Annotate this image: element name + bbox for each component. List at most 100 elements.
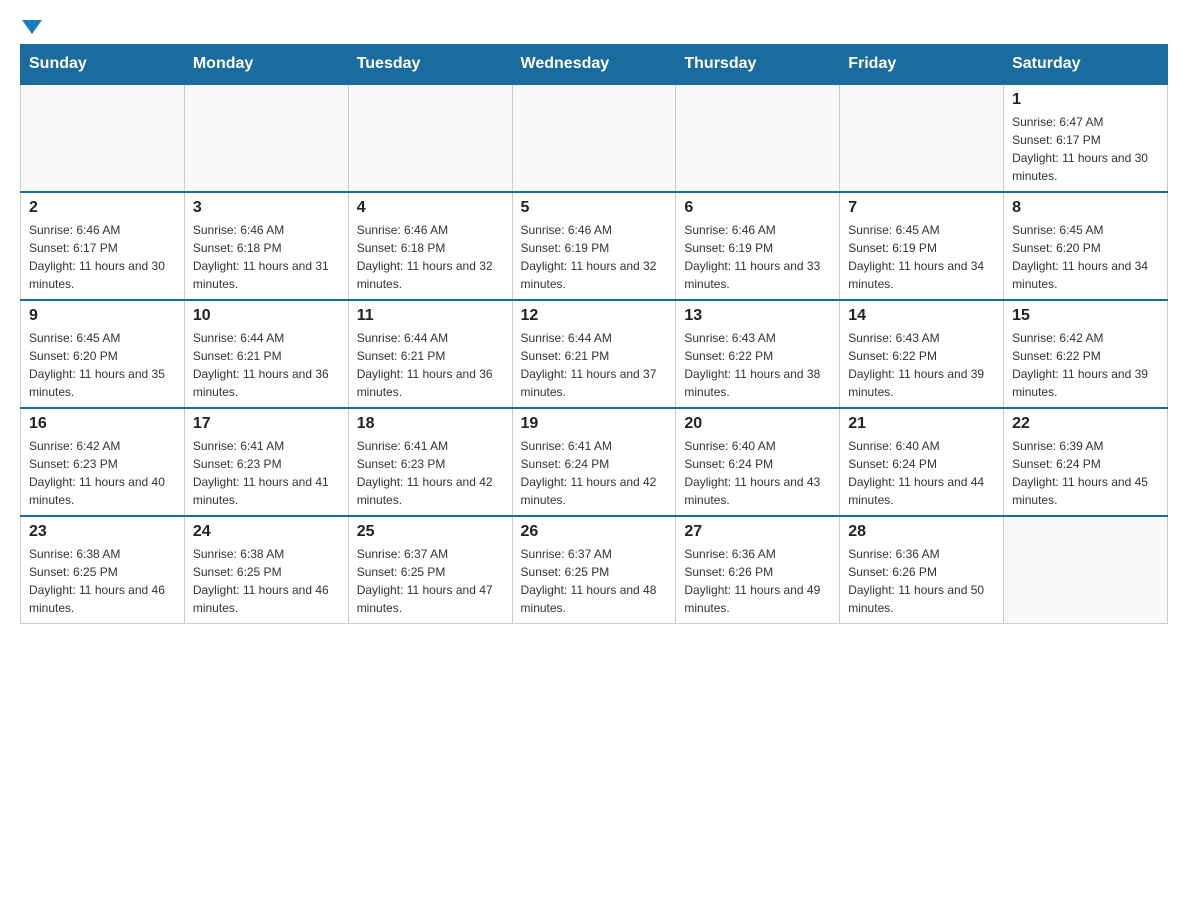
day-info: Sunrise: 6:45 AMSunset: 6:20 PMDaylight:…	[29, 329, 176, 401]
day-number: 4	[357, 199, 504, 217]
calendar-cell: 4 Sunrise: 6:46 AMSunset: 6:18 PMDaylight…	[348, 192, 512, 300]
day-number: 26	[521, 523, 668, 541]
day-info: Sunrise: 6:40 AMSunset: 6:24 PMDaylight:…	[848, 437, 995, 509]
calendar-cell	[840, 84, 1004, 192]
calendar-cell: 17Sunrise: 6:41 AMSunset: 6:23 PMDayligh…	[184, 408, 348, 516]
header-day-saturday: Saturday	[1004, 45, 1168, 85]
page-header	[20, 20, 1168, 34]
calendar-cell: 24Sunrise: 6:38 AMSunset: 6:25 PMDayligh…	[184, 516, 348, 624]
calendar-cell	[676, 84, 840, 192]
day-info: Sunrise: 6:43 AMSunset: 6:22 PMDaylight:…	[848, 329, 995, 401]
calendar-cell: 18 Sunrise: 6:41 AMSunset: 6:23 PMDayligh…	[348, 408, 512, 516]
calendar-cell: 26 Sunrise: 6:37 AMSunset: 6:25 PMDayligh…	[512, 516, 676, 624]
calendar-cell: 13 Sunrise: 6:43 AMSunset: 6:22 PMDayligh…	[676, 300, 840, 408]
day-info: Sunrise: 6:41 AMSunset: 6:23 PMDaylight:…	[357, 437, 504, 509]
day-info: Sunrise: 6:39 AMSunset: 6:24 PMDaylight:…	[1012, 437, 1159, 509]
calendar-cell: 9 Sunrise: 6:45 AMSunset: 6:20 PMDaylight…	[21, 300, 185, 408]
calendar-cell: 14 Sunrise: 6:43 AMSunset: 6:22 PMDayligh…	[840, 300, 1004, 408]
day-number: 12	[521, 307, 668, 325]
calendar-cell: 16 Sunrise: 6:42 AMSunset: 6:23 PMDayligh…	[21, 408, 185, 516]
day-number: 13	[684, 307, 831, 325]
calendar-cell	[184, 84, 348, 192]
day-info: Sunrise: 6:46 AMSunset: 6:18 PMDaylight:…	[193, 221, 340, 293]
day-number: 8	[1012, 199, 1159, 217]
calendar-cell: 2 Sunrise: 6:46 AMSunset: 6:17 PMDaylight…	[21, 192, 185, 300]
day-info: Sunrise: 6:46 AMSunset: 6:18 PMDaylight:…	[357, 221, 504, 293]
calendar-cell: 22 Sunrise: 6:39 AMSunset: 6:24 PMDayligh…	[1004, 408, 1168, 516]
day-number: 23	[29, 523, 176, 541]
header-day-tuesday: Tuesday	[348, 45, 512, 85]
calendar-cell: 25 Sunrise: 6:37 AMSunset: 6:25 PMDayligh…	[348, 516, 512, 624]
calendar-cell: 20 Sunrise: 6:40 AMSunset: 6:24 PMDayligh…	[676, 408, 840, 516]
day-info: Sunrise: 6:46 AMSunset: 6:19 PMDaylight:…	[521, 221, 668, 293]
calendar-cell: 27 Sunrise: 6:36 AMSunset: 6:26 PMDayligh…	[676, 516, 840, 624]
calendar-cell: 10Sunrise: 6:44 AMSunset: 6:21 PMDayligh…	[184, 300, 348, 408]
day-info: Sunrise: 6:37 AMSunset: 6:25 PMDaylight:…	[521, 545, 668, 617]
day-number: 15	[1012, 307, 1159, 325]
day-info: Sunrise: 6:42 AMSunset: 6:22 PMDaylight:…	[1012, 329, 1159, 401]
day-info: Sunrise: 6:37 AMSunset: 6:25 PMDaylight:…	[357, 545, 504, 617]
day-info: Sunrise: 6:40 AMSunset: 6:24 PMDaylight:…	[684, 437, 831, 509]
day-number: 16	[29, 415, 176, 433]
day-info: Sunrise: 6:46 AMSunset: 6:17 PMDaylight:…	[29, 221, 176, 293]
calendar-cell: 12Sunrise: 6:44 AMSunset: 6:21 PMDayligh…	[512, 300, 676, 408]
calendar-cell: 15 Sunrise: 6:42 AMSunset: 6:22 PMDayligh…	[1004, 300, 1168, 408]
calendar-week-1: 1 Sunrise: 6:47 AMSunset: 6:17 PMDaylight…	[21, 84, 1168, 192]
day-info: Sunrise: 6:45 AMSunset: 6:19 PMDaylight:…	[848, 221, 995, 293]
calendar-cell: 19 Sunrise: 6:41 AMSunset: 6:24 PMDayligh…	[512, 408, 676, 516]
header-day-wednesday: Wednesday	[512, 45, 676, 85]
day-number: 9	[29, 307, 176, 325]
header-day-sunday: Sunday	[21, 45, 185, 85]
day-info: Sunrise: 6:36 AMSunset: 6:26 PMDaylight:…	[848, 545, 995, 617]
calendar-header: SundayMondayTuesdayWednesdayThursdayFrid…	[21, 45, 1168, 85]
calendar-cell: 3 Sunrise: 6:46 AMSunset: 6:18 PMDaylight…	[184, 192, 348, 300]
day-number: 5	[521, 199, 668, 217]
calendar-table: SundayMondayTuesdayWednesdayThursdayFrid…	[20, 44, 1168, 624]
day-info: Sunrise: 6:42 AMSunset: 6:23 PMDaylight:…	[29, 437, 176, 509]
day-number: 6	[684, 199, 831, 217]
day-info: Sunrise: 6:38 AMSunset: 6:25 PMDaylight:…	[193, 545, 340, 617]
calendar-cell: 7 Sunrise: 6:45 AMSunset: 6:19 PMDaylight…	[840, 192, 1004, 300]
day-number: 2	[29, 199, 176, 217]
day-number: 22	[1012, 415, 1159, 433]
day-number: 14	[848, 307, 995, 325]
day-number: 20	[684, 415, 831, 433]
day-number: 7	[848, 199, 995, 217]
day-number: 18	[357, 415, 504, 433]
day-info: Sunrise: 6:44 AMSunset: 6:21 PMDaylight:…	[193, 329, 340, 401]
calendar-week-2: 2 Sunrise: 6:46 AMSunset: 6:17 PMDaylight…	[21, 192, 1168, 300]
day-info: Sunrise: 6:41 AMSunset: 6:24 PMDaylight:…	[521, 437, 668, 509]
calendar-cell: 5 Sunrise: 6:46 AMSunset: 6:19 PMDaylight…	[512, 192, 676, 300]
calendar-week-5: 23 Sunrise: 6:38 AMSunset: 6:25 PMDayligh…	[21, 516, 1168, 624]
calendar-cell: 21 Sunrise: 6:40 AMSunset: 6:24 PMDayligh…	[840, 408, 1004, 516]
calendar-cell	[1004, 516, 1168, 624]
day-info: Sunrise: 6:43 AMSunset: 6:22 PMDaylight:…	[684, 329, 831, 401]
day-number: 11	[357, 307, 504, 325]
calendar-cell	[21, 84, 185, 192]
calendar-body: 1 Sunrise: 6:47 AMSunset: 6:17 PMDaylight…	[21, 84, 1168, 624]
calendar-week-4: 16 Sunrise: 6:42 AMSunset: 6:23 PMDayligh…	[21, 408, 1168, 516]
header-day-friday: Friday	[840, 45, 1004, 85]
day-info: Sunrise: 6:47 AMSunset: 6:17 PMDaylight:…	[1012, 113, 1159, 185]
day-number: 21	[848, 415, 995, 433]
day-number: 17	[193, 415, 340, 433]
day-number: 25	[357, 523, 504, 541]
day-info: Sunrise: 6:44 AMSunset: 6:21 PMDaylight:…	[357, 329, 504, 401]
day-number: 1	[1012, 91, 1159, 109]
calendar-cell: 23 Sunrise: 6:38 AMSunset: 6:25 PMDayligh…	[21, 516, 185, 624]
day-number: 27	[684, 523, 831, 541]
header-row: SundayMondayTuesdayWednesdayThursdayFrid…	[21, 45, 1168, 85]
header-day-thursday: Thursday	[676, 45, 840, 85]
day-info: Sunrise: 6:38 AMSunset: 6:25 PMDaylight:…	[29, 545, 176, 617]
day-number: 3	[193, 199, 340, 217]
calendar-cell: 28 Sunrise: 6:36 AMSunset: 6:26 PMDayligh…	[840, 516, 1004, 624]
day-info: Sunrise: 6:36 AMSunset: 6:26 PMDaylight:…	[684, 545, 831, 617]
day-info: Sunrise: 6:45 AMSunset: 6:20 PMDaylight:…	[1012, 221, 1159, 293]
logo	[20, 20, 42, 34]
header-day-monday: Monday	[184, 45, 348, 85]
day-number: 28	[848, 523, 995, 541]
day-number: 19	[521, 415, 668, 433]
calendar-cell: 11 Sunrise: 6:44 AMSunset: 6:21 PMDayligh…	[348, 300, 512, 408]
day-info: Sunrise: 6:46 AMSunset: 6:19 PMDaylight:…	[684, 221, 831, 293]
calendar-cell: 6 Sunrise: 6:46 AMSunset: 6:19 PMDaylight…	[676, 192, 840, 300]
